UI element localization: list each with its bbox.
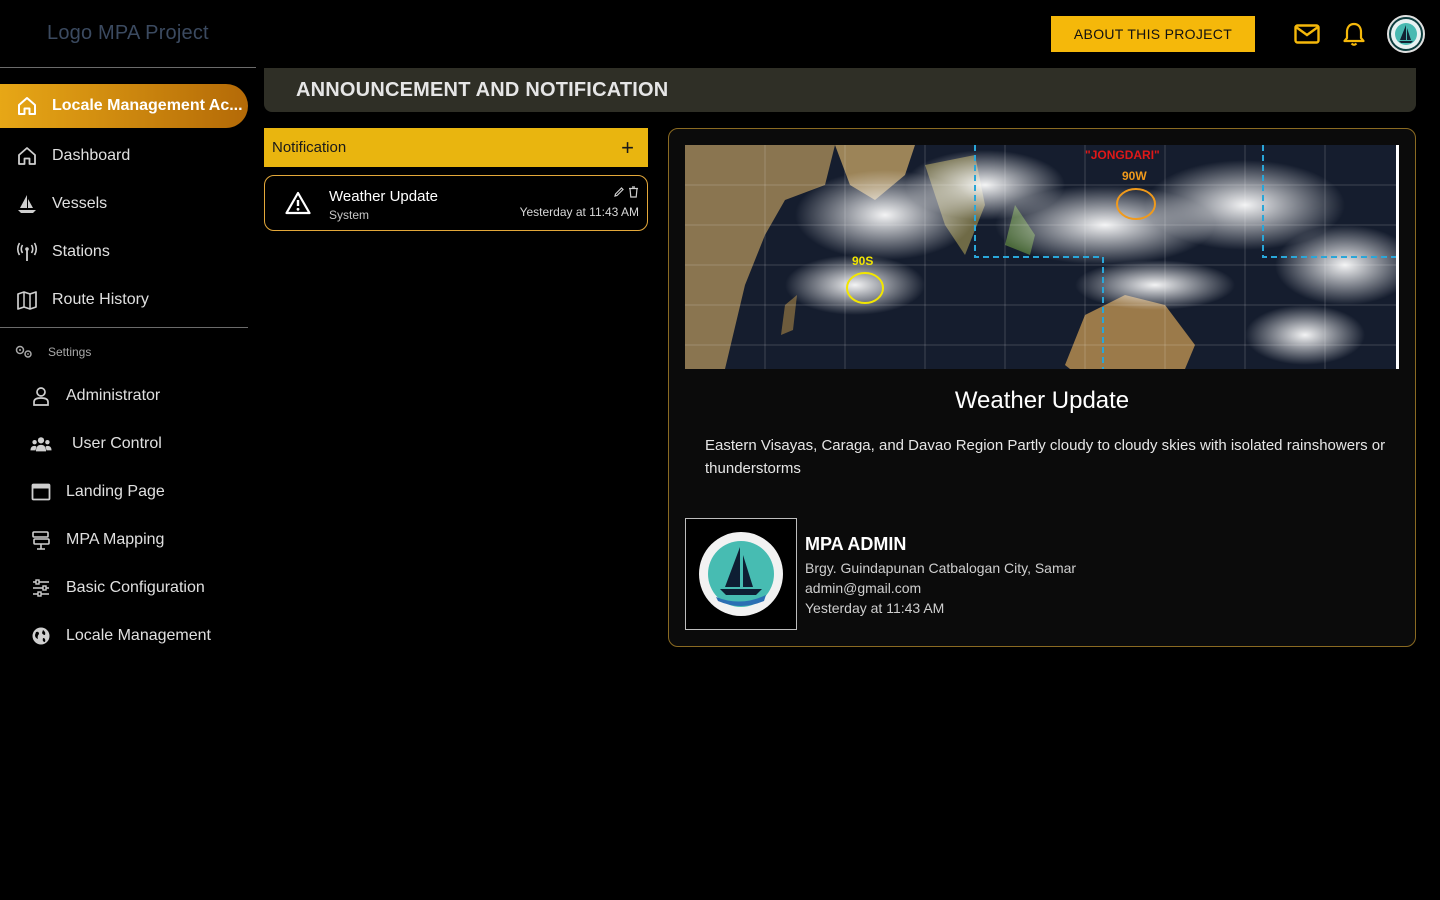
sidebar-item-label: Stations [52,243,110,260]
sidebar-item-label: Dashboard [52,147,131,164]
warning-icon [285,191,311,220]
page-header: ANNOUNCEMENT AND NOTIFICATION [264,68,1416,112]
signpost-icon [30,529,52,551]
settings-label: Settings [48,345,92,359]
sidebar-item-label: Locale Management Ac... [52,97,243,114]
antenna-icon [16,241,38,263]
notification-list-item[interactable]: Weather Update System Yesterday at 11:43… [264,175,648,231]
sidebar-item-stations[interactable]: Stations [0,230,248,274]
settings-section-header: Settings [14,344,91,360]
user-avatar[interactable] [1387,15,1425,53]
sidebar-divider [0,327,248,328]
sidebar-item-label: Administrator [66,387,161,404]
sidebar-item-mpa-mapping[interactable]: MPA Mapping [0,518,248,562]
sliders-icon [30,577,52,599]
page-title: ANNOUNCEMENT AND NOTIFICATION [296,78,669,101]
bell-icon[interactable] [1340,20,1368,48]
sidebar-item-user-control[interactable]: User Control [0,422,248,466]
author-address: Brgy. Guindapunan Catbalogan City, Samar [805,560,1077,576]
app-logo-text[interactable]: Logo MPA Project [47,22,209,45]
map-icon [16,289,38,311]
sidebar-item-label: Basic Configuration [66,579,205,596]
mpa-logo-icon [699,532,783,616]
author-name: MPA ADMIN [805,534,907,554]
window-icon [30,481,52,503]
storm-label-90w: 90W [1122,169,1147,183]
sidebar-item-landing-page[interactable]: Landing Page [0,470,248,514]
sidebar-item-locale-management-active[interactable]: Locale Management Ac... [0,84,248,128]
delete-icon[interactable] [628,185,639,203]
sidebar-item-locale-management[interactable]: Locale Management [0,614,248,658]
weather-satellite-image: 90S 90W "JONGDARI" [685,145,1399,369]
sidebar-item-administrator[interactable]: Administrator [0,374,248,418]
globe-icon [30,625,52,647]
sidebar-item-route-history[interactable]: Route History [0,278,248,322]
storm-label-90s: 90S [852,254,873,268]
sidebar-item-label: Route History [52,291,149,308]
mpa-logo-icon [1391,19,1421,49]
sidebar-item-label: MPA Mapping [66,531,165,548]
sidebar-top-divider [0,67,256,68]
notification-panel-header: Notification + [264,128,648,167]
author-timestamp: Yesterday at 11:43 AM [805,600,945,616]
sidebar-item-vessels[interactable]: Vessels [0,182,248,226]
sidebar-item-basic-configuration[interactable]: Basic Configuration [0,566,248,610]
sidebar-item-label: Locale Management [66,627,211,644]
sidebar-item-label: Vessels [52,195,108,212]
notification-detail-panel: 90S 90W "JONGDARI" Weather Update Easter… [668,128,1416,647]
author-logo [685,518,797,630]
notification-time: Yesterday at 11:43 AM [519,205,639,219]
detail-title: Weather Update [954,387,1130,414]
edit-icon[interactable] [613,185,625,203]
ship-icon [16,193,38,215]
home-icon [16,95,38,117]
gears-icon [14,344,34,360]
about-project-button[interactable]: ABOUT THIS PROJECT [1051,16,1255,52]
user-icon [30,385,52,407]
notification-title: Weather Update [329,188,438,205]
detail-body: Eastern Visayas, Caraga, and Davao Regio… [705,437,1386,477]
users-icon [30,433,52,455]
sidebar-item-dashboard[interactable]: Dashboard [0,134,248,178]
author-email: admin@gmail.com [805,580,922,596]
notification-panel-label: Notification [272,139,347,156]
mail-icon[interactable] [1293,20,1321,48]
sidebar-item-label: User Control [72,435,162,452]
home-icon [16,145,38,167]
add-notification-button[interactable]: + [621,136,634,159]
notification-source: System [329,208,370,222]
storm-name-label: "JONGDARI" [1085,148,1160,162]
sidebar-item-label: Landing Page [66,483,165,500]
